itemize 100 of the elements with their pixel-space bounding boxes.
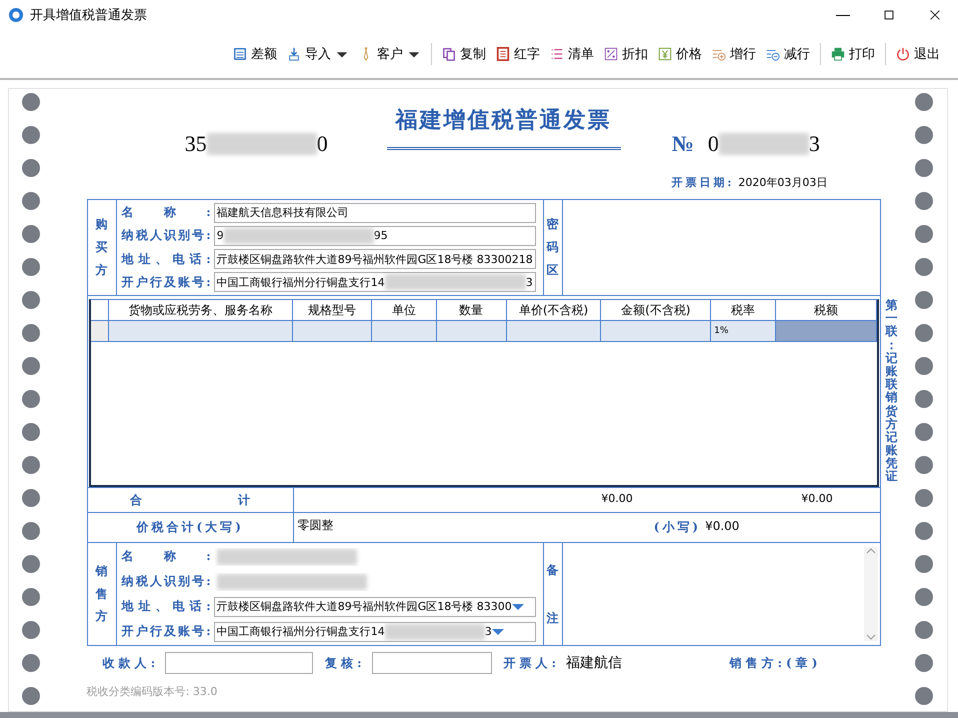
input-field[interactable]: 9 95 bbox=[214, 226, 536, 246]
punch-hole bbox=[915, 93, 934, 111]
total-in-words-label: 价税合计(大写) bbox=[136, 519, 244, 536]
toolbar-button[interactable]: 退出 bbox=[892, 43, 944, 65]
punch-hole bbox=[22, 456, 40, 474]
punch-hole bbox=[22, 423, 40, 441]
drawer-label: 开票人: bbox=[504, 654, 560, 672]
caret-icon bbox=[492, 628, 504, 636]
invoice-title: 福建增值税普通发票 bbox=[386, 105, 621, 150]
punch-hole bbox=[915, 192, 934, 210]
import-icon bbox=[287, 47, 301, 61]
app-icon bbox=[8, 7, 24, 23]
punch-hole bbox=[22, 126, 40, 144]
section-label: 购买方 bbox=[96, 216, 108, 279]
list-icon bbox=[233, 47, 247, 61]
punch-hole bbox=[915, 588, 934, 606]
table-cell[interactable] bbox=[601, 321, 712, 342]
punch-hole bbox=[22, 390, 40, 408]
punch-hole bbox=[915, 555, 934, 573]
input-field[interactable]: 亓鼓楼区铜盘路软件大道89号福州软件园G区18号楼 83300218 bbox=[214, 249, 536, 270]
dropdown-field[interactable]: 亓鼓楼区铜盘路软件大道89号福州软件园G区18号楼 83300 bbox=[214, 596, 536, 616]
number-sign: № bbox=[672, 131, 694, 157]
punch-hole bbox=[22, 555, 40, 573]
field-label: 地址、电话: bbox=[120, 598, 212, 615]
toolbar-button[interactable]: 增行 bbox=[708, 43, 760, 65]
section-label: 备注 bbox=[546, 562, 559, 627]
input-field[interactable] bbox=[372, 652, 492, 674]
table-cell[interactable] bbox=[372, 321, 437, 342]
table-cell[interactable] bbox=[506, 321, 602, 342]
input-field[interactable]: 中国工商银行福州分行铜盘支行14 3 bbox=[214, 272, 536, 292]
punch-hole bbox=[915, 522, 934, 540]
invoice-code: 35 bbox=[184, 131, 207, 157]
field-label: 开户行及账号: bbox=[120, 623, 212, 640]
scroll-up-icon bbox=[866, 547, 876, 555]
punch-hole bbox=[22, 225, 40, 243]
table-cell[interactable] bbox=[293, 321, 372, 342]
field-label: 地址、电话: bbox=[120, 250, 212, 268]
punch-hole bbox=[22, 489, 40, 507]
table-cell[interactable] bbox=[436, 321, 507, 342]
field-label: 纳税人识别号: bbox=[120, 227, 212, 244]
toolbar-button[interactable]: 清单 bbox=[546, 43, 598, 65]
punch-hole bbox=[22, 258, 40, 276]
amount-in-figures-label: (小写) bbox=[654, 519, 702, 536]
reviewer-label: 复核: bbox=[325, 654, 366, 672]
punch-hole bbox=[22, 159, 40, 177]
add-row-icon bbox=[712, 47, 726, 61]
document-icon bbox=[496, 47, 510, 61]
punch-hole bbox=[915, 489, 934, 507]
field-label: 纳税人识别号: bbox=[120, 573, 212, 590]
section-label: 密码区 bbox=[546, 216, 559, 279]
printer-icon bbox=[831, 47, 845, 61]
dropdown-field[interactable]: 中国工商银行福州分行铜盘支行14 3 bbox=[214, 622, 536, 642]
punch-hole bbox=[22, 324, 40, 342]
field-label: 名称: bbox=[120, 204, 212, 222]
toolbar-button[interactable]: 复制 bbox=[438, 43, 490, 65]
total-tax: ¥0.00 bbox=[800, 491, 833, 507]
input-field[interactable] bbox=[165, 652, 314, 674]
field-label: 开户行及账号: bbox=[120, 274, 212, 291]
payee-label: 收款人: bbox=[102, 654, 160, 672]
list-icon bbox=[550, 47, 564, 61]
total-label: 合计 bbox=[130, 492, 250, 508]
dropdown-button[interactable]: 导入 bbox=[283, 43, 353, 65]
amount-in-figures: ¥0.00 bbox=[705, 519, 740, 535]
toolbar-button[interactable]: 价格 bbox=[654, 43, 706, 65]
punch-hole bbox=[22, 93, 40, 111]
punch-hole bbox=[915, 324, 934, 342]
toolbar-button[interactable]: 打印 bbox=[827, 43, 879, 65]
copy-note: 第一联：记账联销货方记账凭证 bbox=[885, 299, 898, 484]
punch-hole bbox=[22, 621, 40, 639]
punch-hole bbox=[915, 258, 934, 276]
punch-hole bbox=[22, 291, 40, 309]
scrollbar[interactable] bbox=[864, 547, 878, 641]
remove-row-icon bbox=[766, 47, 780, 61]
invoice-number: 0 bbox=[708, 131, 719, 157]
close-icon bbox=[928, 8, 942, 22]
section-label: 销售方 bbox=[96, 562, 108, 626]
minimize-icon bbox=[836, 14, 850, 16]
punch-hole bbox=[915, 456, 934, 474]
window-title: 开具增值税普通发票 bbox=[30, 6, 148, 24]
punch-hole bbox=[22, 588, 40, 606]
yen-icon bbox=[658, 47, 672, 61]
punch-hole bbox=[915, 621, 934, 639]
invoice-number: 3 bbox=[808, 131, 820, 157]
toolbar-button[interactable]: 红字 bbox=[492, 43, 544, 65]
toolbar-button[interactable]: 减行 bbox=[762, 43, 814, 65]
input-field[interactable]: 福建航天信息科技有限公司 bbox=[214, 202, 536, 223]
toolbar-button[interactable]: 折扣 bbox=[600, 43, 652, 65]
table-cell[interactable]: 1% bbox=[711, 321, 776, 342]
drawer-name: 福建航信 bbox=[566, 654, 622, 672]
table-cell[interactable] bbox=[776, 321, 877, 342]
version-text: 税收分类编码版本号: 33.0 bbox=[86, 684, 218, 699]
punch-hole bbox=[22, 357, 40, 375]
punch-hole bbox=[915, 126, 934, 144]
punch-hole bbox=[915, 225, 934, 243]
dropdown-button[interactable]: 客户 bbox=[355, 43, 425, 65]
date-label: 开票日期: bbox=[671, 175, 734, 190]
invoice-code: 0 bbox=[316, 131, 328, 157]
toolbar-button[interactable]: 差额 bbox=[229, 43, 281, 65]
punch-hole bbox=[915, 390, 934, 408]
table-cell[interactable] bbox=[108, 321, 294, 342]
